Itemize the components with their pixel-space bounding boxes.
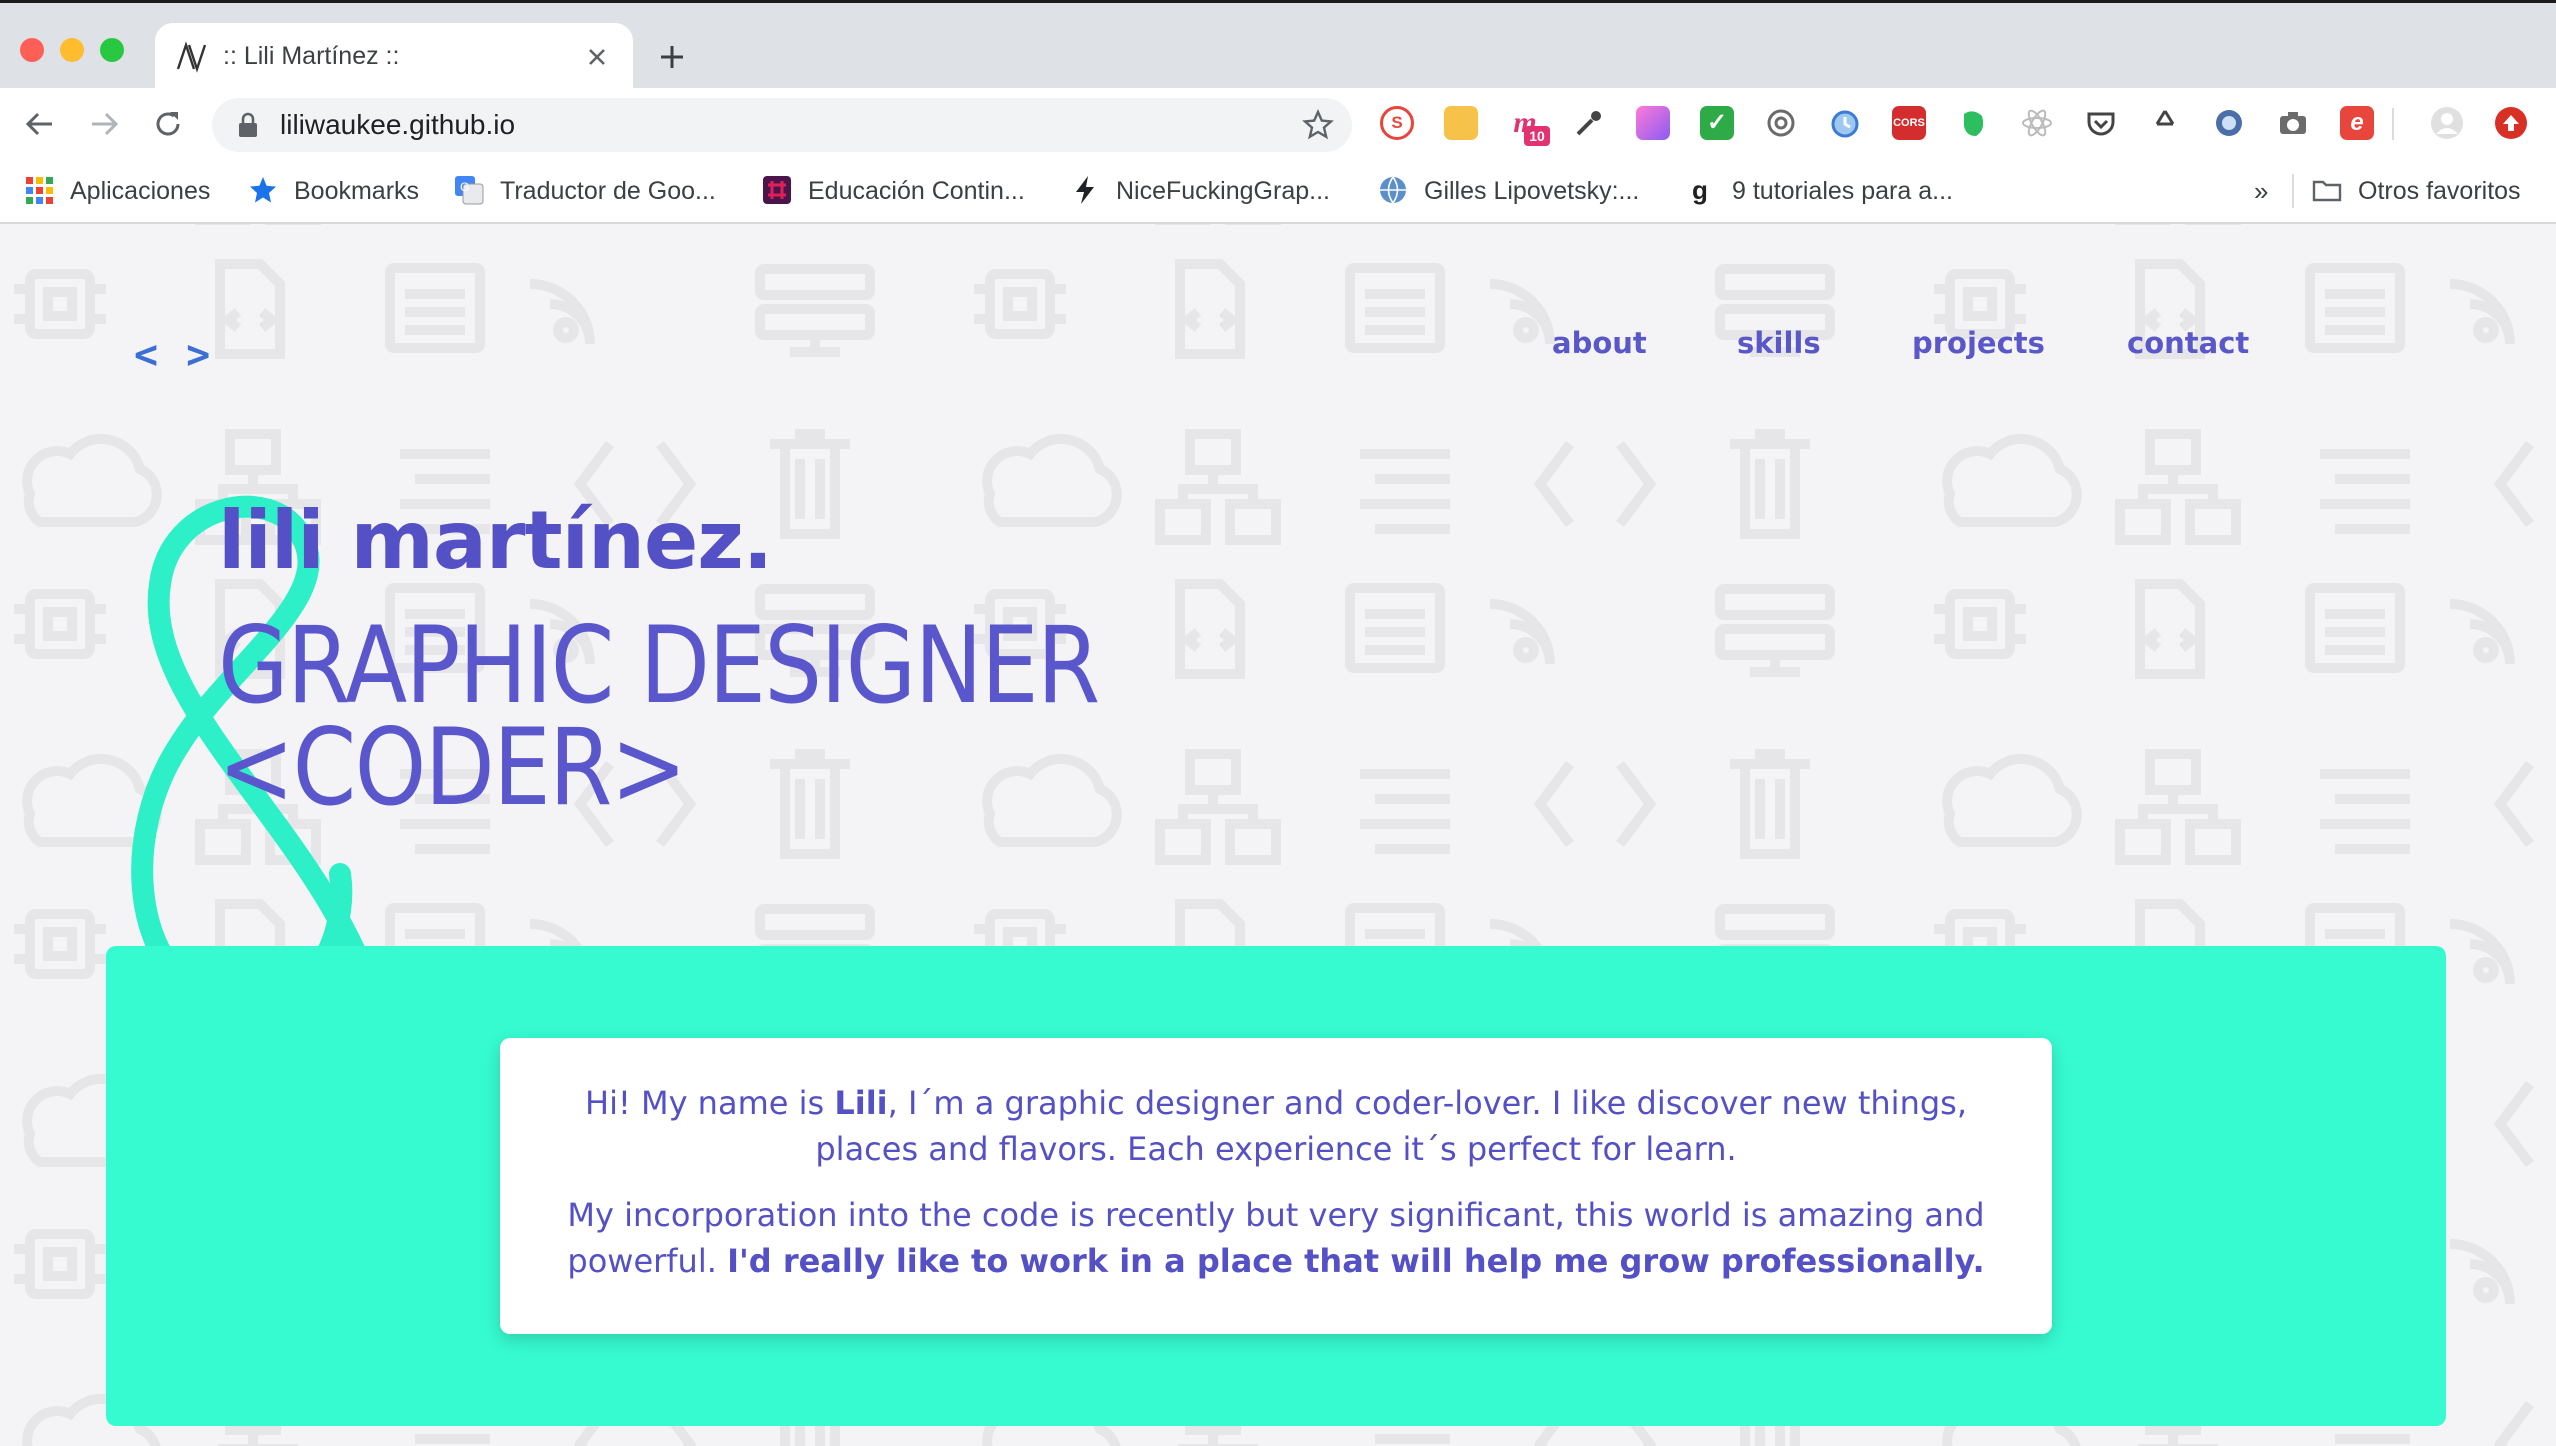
reload-icon[interactable] (148, 104, 188, 144)
extension-gradient-icon[interactable] (1636, 106, 1670, 140)
extension-s-icon[interactable]: S (1380, 106, 1414, 140)
about-card: Hi! My name is Lili, I´m a graphic desig… (500, 1038, 2052, 1334)
url-text: liliwaukee.github.io (280, 109, 516, 140)
slack-icon (763, 176, 791, 205)
hero-role-coder: <CODER> (218, 706, 687, 829)
nav-projects[interactable]: projects (1912, 326, 2045, 360)
bookmark-tutoriales[interactable]: g 9 tutoriales para a... (1686, 160, 1953, 222)
bookmark-label: Bookmarks (294, 177, 420, 205)
apps-grid-icon (26, 177, 53, 205)
about-paragraph-1: Hi! My name is Lili, I´m a graphic desig… (585, 1084, 1967, 1168)
hero-name: lili martínez. (218, 494, 773, 587)
lock-icon (239, 112, 257, 137)
nav-contact[interactable]: contact (2127, 326, 2249, 360)
react-devtools-icon[interactable] (2020, 106, 2054, 140)
bookmark-educacion[interactable]: Educación Contin... (762, 160, 1025, 222)
camera-icon[interactable] (2276, 106, 2310, 140)
google-translate-icon: G (455, 176, 484, 205)
site-logo[interactable]: < > (134, 332, 212, 378)
bookmark-label: Educación Contin... (808, 177, 1025, 205)
eyedropper-icon[interactable] (1572, 106, 1606, 140)
active-tab[interactable]: :: Lili Martínez :: (155, 23, 633, 91)
webpage: < > about skills projects contact lili m… (0, 224, 2556, 1446)
more-bookmarks-chevron[interactable]: » (2254, 160, 2268, 222)
bookmark-traductor[interactable]: G Traductor de Goo... (454, 160, 716, 222)
site-favicon-icon (176, 41, 207, 73)
forward-icon[interactable] (84, 104, 124, 144)
maximize-window-button[interactable] (100, 38, 124, 62)
bookmark-label: 9 tutoriales para a... (1732, 177, 1953, 205)
pocket-icon[interactable] (2084, 106, 2118, 140)
profile-avatar-icon[interactable] (2430, 106, 2464, 140)
lightning-icon (1076, 176, 1094, 205)
globe-icon (1380, 176, 1406, 204)
browser-toolbar: liliwaukee.github.io S m 10 ✓ CORS e (0, 88, 2556, 160)
nav-about[interactable]: about (1552, 326, 1647, 360)
svg-text:g: g (1692, 175, 1708, 205)
close-window-button[interactable] (20, 38, 44, 62)
extension-o-icon[interactable] (2212, 106, 2246, 140)
tab-strip: :: Lili Martínez :: (0, 0, 2556, 91)
bookmark-label: Traductor de Goo... (500, 177, 716, 205)
evernote-icon[interactable] (1956, 106, 1990, 140)
extension-cors-icon[interactable]: CORS (1892, 106, 1926, 140)
bookmark-label: Aplicaciones (70, 177, 211, 205)
bookmark-label: NiceFuckingGrap... (1116, 177, 1330, 205)
extension-e-icon[interactable]: e (2340, 106, 2374, 140)
svg-text:G: G (460, 180, 469, 194)
update-arrow-icon[interactable] (2494, 106, 2528, 140)
minimize-window-button[interactable] (60, 38, 84, 62)
folder-icon (2312, 181, 2342, 202)
bookmark-label: Gilles Lipovetsky:... (1424, 177, 1640, 205)
g-letter-icon: g (1692, 175, 1708, 205)
extension-badge: 10 (1524, 126, 1550, 146)
about-paragraph-2: My incorporation into the code is recent… (567, 1196, 1985, 1280)
recycle-icon[interactable] (2148, 106, 2182, 140)
bookmark-bookmarks[interactable]: Bookmarks (248, 160, 419, 222)
nav-skills[interactable]: skills (1737, 326, 1821, 360)
bookmarks-bar: Aplicaciones Bookmarks G Traductor de Go… (0, 160, 2556, 224)
extension-check-icon[interactable]: ✓ (1700, 106, 1734, 140)
bookmark-gilles[interactable]: Gilles Lipovetsky:... (1378, 160, 1639, 222)
bookmarks-divider (2292, 174, 2294, 208)
other-bookmarks-folder[interactable]: Otros favoritos (2312, 160, 2521, 222)
bookmark-aplicaciones[interactable]: Aplicaciones (24, 160, 210, 222)
back-icon[interactable] (20, 104, 60, 144)
star-icon (250, 177, 276, 203)
address-bar[interactable]: liliwaukee.github.io (212, 98, 1352, 152)
bookmark-nicegraphics[interactable]: NiceFuckingGrap... (1070, 160, 1330, 222)
new-tab-icon[interactable] (652, 37, 692, 77)
toolbar-divider (2392, 108, 2394, 140)
bookmark-star-icon[interactable] (1302, 109, 1334, 141)
close-tab-icon[interactable] (579, 39, 615, 75)
bookmark-label: Otros favoritos (2358, 177, 2521, 205)
extension-sticky-icon[interactable] (1444, 106, 1478, 140)
alarm-clock-icon[interactable] (1828, 106, 1862, 140)
extension-ear-icon[interactable] (1764, 106, 1798, 140)
tab-title: :: Lili Martínez :: (223, 42, 400, 70)
